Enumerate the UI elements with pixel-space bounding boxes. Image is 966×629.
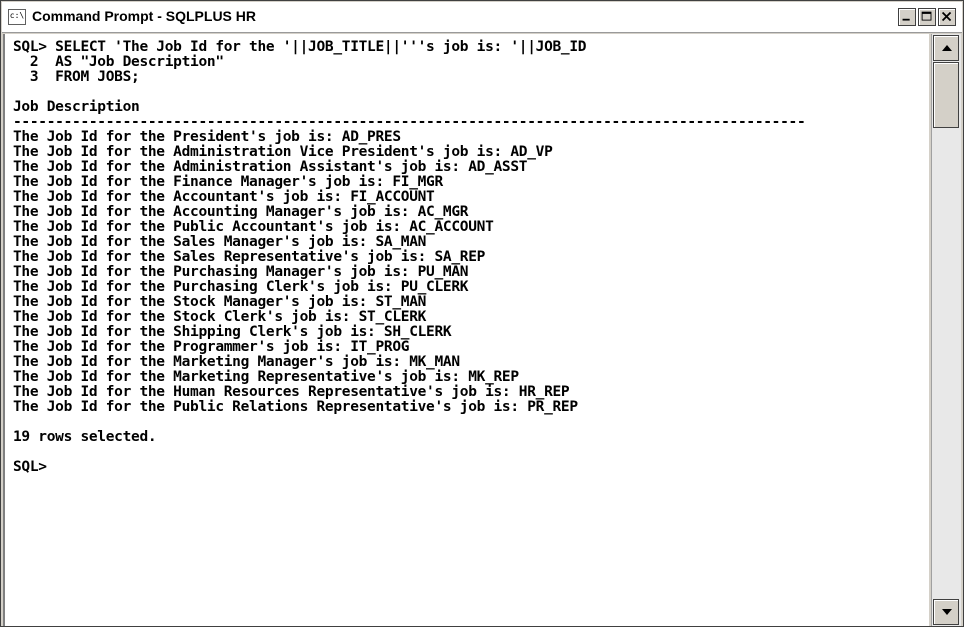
console-line: The Job Id for the Programmer's job is: … [13, 339, 410, 355]
command-prompt-window: c:\ Command Prompt - SQLPLUS HR SQL> SEL… [0, 0, 964, 627]
console-line: The Job Id for the Public Relations Repr… [13, 399, 578, 415]
console-line: The Job Id for the Human Resources Repre… [13, 384, 570, 400]
title-bar[interactable]: c:\ Command Prompt - SQLPLUS HR [2, 2, 962, 33]
console-line: The Job Id for the Sales Representative'… [13, 249, 486, 265]
window-controls [898, 8, 956, 26]
arrow-up-icon [942, 45, 952, 51]
console-line: The Job Id for the Marketing Manager's j… [13, 354, 460, 370]
vertical-scrollbar[interactable] [931, 34, 961, 626]
console-line: The Job Id for the Shipping Clerk's job … [13, 324, 452, 340]
console-text: SQL> SELECT 'The Job Id for the '||JOB_T… [5, 34, 929, 475]
scrollbar-thumb[interactable] [933, 62, 959, 128]
console-line: The Job Id for the Accountant's job is: … [13, 189, 435, 205]
console-line: SQL> [13, 459, 47, 475]
command-prompt-icon[interactable]: c:\ [8, 9, 26, 25]
arrow-down-icon [942, 609, 952, 615]
console-line: The Job Id for the President's job is: A… [13, 129, 401, 145]
console-line: 19 rows selected. [13, 429, 157, 445]
console-line: 3 FROM JOBS; [13, 69, 140, 85]
console-line: 2 AS "Job Description" [13, 54, 224, 70]
maximize-button[interactable] [918, 8, 936, 26]
console-line: The Job Id for the Purchasing Clerk's jo… [13, 279, 469, 295]
close-button[interactable] [938, 8, 956, 26]
minimize-icon [902, 18, 910, 21]
console-line: The Job Id for the Accounting Manager's … [13, 204, 469, 220]
console-line: The Job Id for the Administration Assist… [13, 159, 528, 175]
scroll-up-button[interactable] [933, 35, 959, 61]
console-line: Job Description [13, 99, 140, 115]
console-line: The Job Id for the Public Accountant's j… [13, 219, 494, 235]
console-line: ----------------------------------------… [13, 114, 806, 130]
window-title: Command Prompt - SQLPLUS HR [32, 8, 257, 24]
minimize-button[interactable] [898, 8, 916, 26]
console-line: SQL> SELECT 'The Job Id for the '||JOB_T… [13, 39, 587, 55]
close-icon [941, 11, 952, 22]
console-line: The Job Id for the Sales Manager's job i… [13, 234, 427, 250]
console-output[interactable]: SQL> SELECT 'The Job Id for the '||JOB_T… [3, 34, 929, 626]
console-line: The Job Id for the Marketing Representat… [13, 369, 519, 385]
scroll-down-button[interactable] [933, 599, 959, 625]
console-line: The Job Id for the Finance Manager's job… [13, 174, 443, 190]
console-line: The Job Id for the Stock Clerk's job is:… [13, 309, 427, 325]
console-line: The Job Id for the Stock Manager's job i… [13, 294, 427, 310]
maximize-icon [921, 11, 932, 21]
console-line: The Job Id for the Purchasing Manager's … [13, 264, 469, 280]
console-line: The Job Id for the Administration Vice P… [13, 144, 553, 160]
